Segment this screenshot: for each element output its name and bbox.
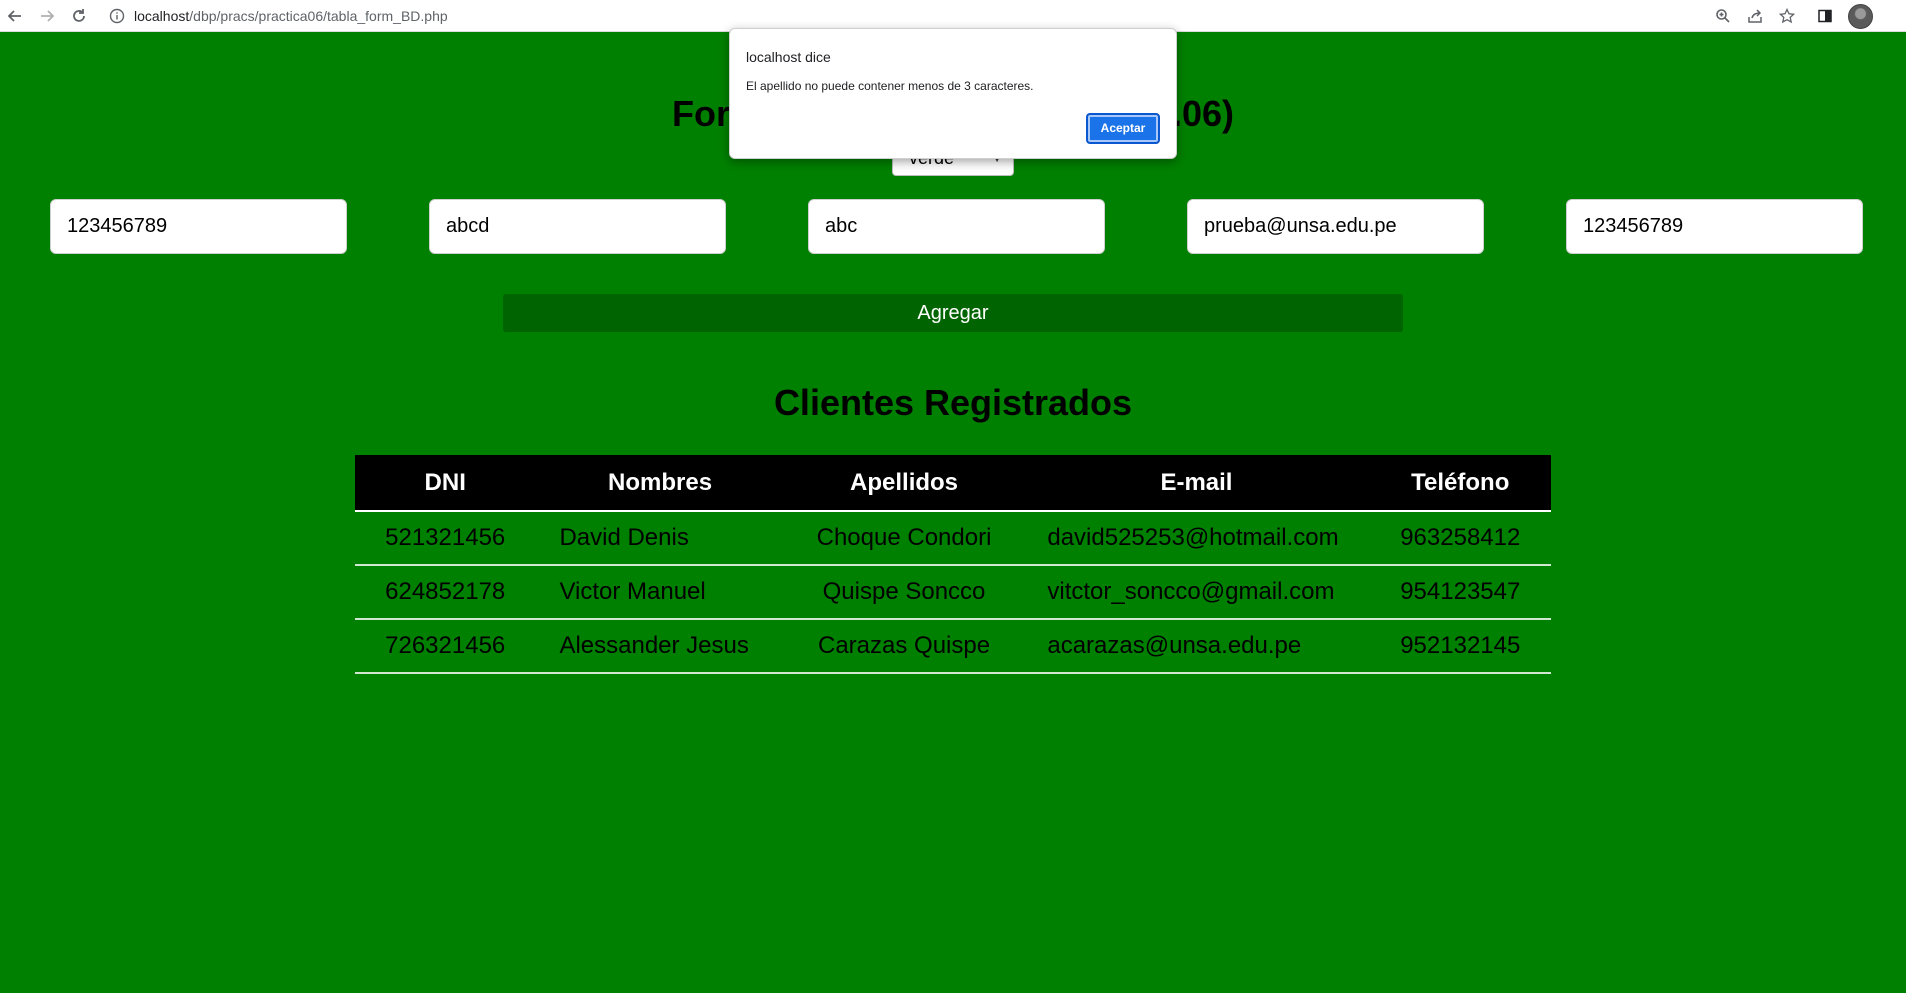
cell-dni: 521321456 bbox=[355, 511, 536, 566]
cell-nombres: David Denis bbox=[535, 511, 785, 566]
table-header-row: DNI Nombres Apellidos E-mail Teléfono bbox=[355, 455, 1551, 512]
cell-apellidos: Quispe Soncco bbox=[784, 565, 1024, 620]
cell-email: vitctor_soncco@gmail.com bbox=[1023, 565, 1370, 620]
url-host: localhost bbox=[134, 8, 190, 24]
apellidos-input[interactable]: abc bbox=[808, 199, 1105, 254]
cell-apellidos: Choque Condori bbox=[784, 511, 1024, 566]
table-row: 726321456 Alessander Jesus Carazas Quisp… bbox=[355, 619, 1551, 674]
cell-telefono: 963258412 bbox=[1369, 511, 1551, 566]
header-email: E-mail bbox=[1023, 455, 1370, 512]
cell-email: acarazas@unsa.edu.pe bbox=[1023, 619, 1370, 674]
bookmark-star-icon[interactable] bbox=[1776, 5, 1798, 27]
cell-nombres: Alessander Jesus bbox=[535, 619, 785, 674]
side-panel-icon[interactable] bbox=[1814, 5, 1836, 27]
header-nombres: Nombres bbox=[535, 455, 785, 512]
cell-email: david525253@hotmail.com bbox=[1023, 511, 1370, 566]
back-arrow-icon[interactable] bbox=[4, 5, 26, 27]
cell-dni: 624852178 bbox=[355, 565, 536, 620]
aceptar-button[interactable]: Aceptar bbox=[1086, 113, 1160, 144]
alert-dialog: localhost dice El apellido no puede cont… bbox=[729, 28, 1177, 159]
cell-telefono: 952132145 bbox=[1369, 619, 1551, 674]
agregar-button[interactable]: Agregar bbox=[503, 294, 1403, 332]
dialog-message: El apellido no puede contener menos de 3… bbox=[746, 79, 1034, 93]
zoom-icon[interactable] bbox=[1712, 5, 1734, 27]
email-input[interactable]: prueba@unsa.edu.pe bbox=[1187, 199, 1484, 254]
cell-telefono: 954123547 bbox=[1369, 565, 1551, 620]
table-row: 521321456 David Denis Choque Condori dav… bbox=[355, 511, 1551, 566]
cell-apellidos: Carazas Quispe bbox=[784, 619, 1024, 674]
page-content: Forna.06) verde ▼ 123456789 abcd abc pru… bbox=[0, 32, 1906, 993]
clients-table: DNI Nombres Apellidos E-mail Teléfono 52… bbox=[355, 455, 1551, 674]
telefono-input[interactable]: 123456789 bbox=[1566, 199, 1863, 254]
url-path: /dbp/pracs/practica06/tabla_form_BD.php bbox=[189, 8, 448, 24]
cell-dni: 726321456 bbox=[355, 619, 536, 674]
forward-arrow-icon[interactable] bbox=[36, 5, 58, 27]
header-dni: DNI bbox=[355, 455, 536, 512]
dialog-title: localhost dice bbox=[746, 49, 831, 65]
dni-input[interactable]: 123456789 bbox=[50, 199, 347, 254]
profile-avatar[interactable] bbox=[1848, 4, 1873, 29]
nombres-input[interactable]: abcd bbox=[429, 199, 726, 254]
header-apellidos: Apellidos bbox=[784, 455, 1024, 512]
site-info-icon[interactable] bbox=[108, 7, 126, 25]
address-bar[interactable]: localhost/dbp/pracs/practica06/tabla_for… bbox=[134, 7, 448, 25]
share-icon[interactable] bbox=[1744, 5, 1766, 27]
section-title: Clientes Registrados bbox=[773, 382, 1133, 423]
header-telefono: Teléfono bbox=[1369, 455, 1551, 512]
cell-nombres: Victor Manuel bbox=[535, 565, 785, 620]
reload-icon[interactable] bbox=[68, 5, 90, 27]
table-row: 624852178 Victor Manuel Quispe Soncco vi… bbox=[355, 565, 1551, 620]
